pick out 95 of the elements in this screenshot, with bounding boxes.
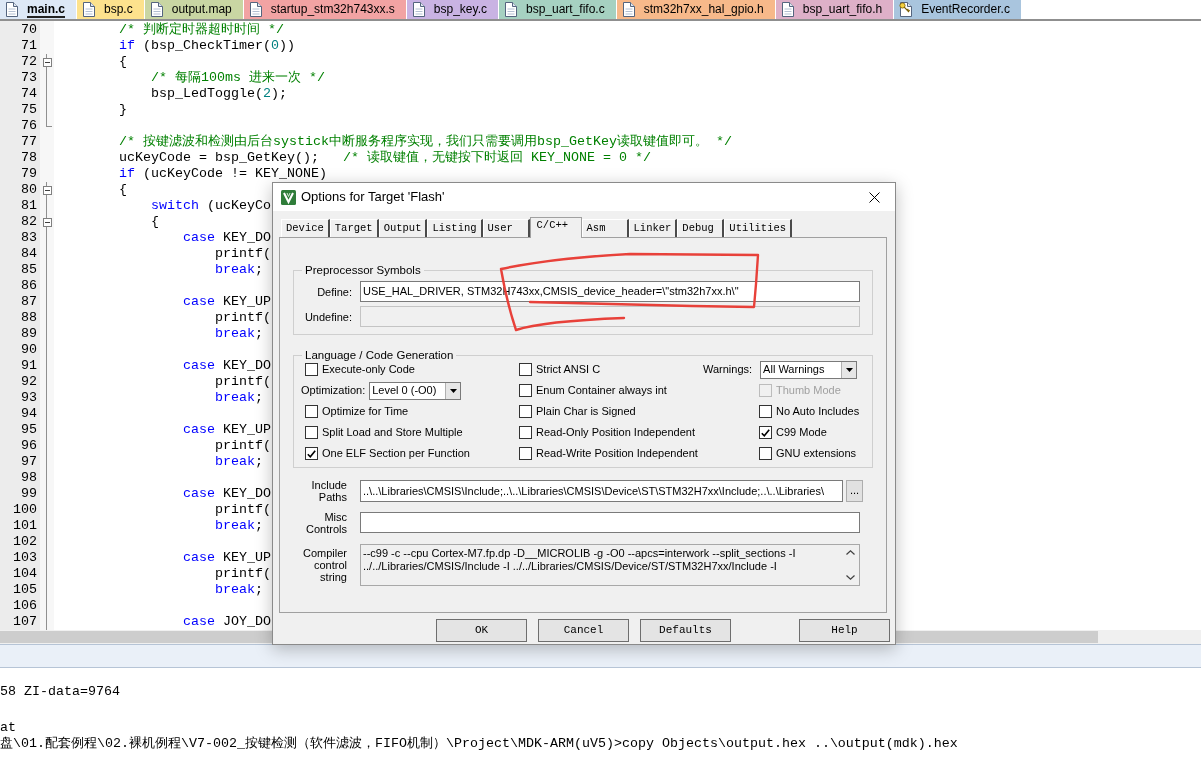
checkbox-label: One ELF Section per Function <box>322 446 470 462</box>
field-label: Compiler control string <box>302 547 347 583</box>
code-line: break; <box>214 518 263 534</box>
code-line: } <box>119 102 127 118</box>
line-number: 79 <box>21 166 37 182</box>
code-line: { <box>150 214 159 230</box>
checkbox-label: GNU extensions <box>776 446 857 462</box>
line-number: 105 <box>13 582 37 598</box>
code-line: case KEY_DO <box>182 230 271 246</box>
line-number: 70 <box>21 22 37 38</box>
line-number: 95 <box>21 422 37 438</box>
code-line: printf( <box>214 502 271 518</box>
code-line: /* 按键滤波和检测由后台systick中断服务程序实现，我们只需要调用bsp_GetKey读取键值即可。 */ <box>119 134 732 150</box>
code-line: case KEY_UP <box>182 550 271 566</box>
line-number: 96 <box>21 438 37 454</box>
code-line: printf( <box>214 438 271 454</box>
code-line: case KEY_DO <box>182 486 271 502</box>
checkbox-label: Plain Char is Signed <box>536 404 636 420</box>
checkbox-label: Optimize for Time <box>322 404 409 420</box>
checkbox-label: Enum Container always int <box>536 383 667 399</box>
line-number: 92 <box>21 374 37 390</box>
checkbox-label: Read-Only Position Independent <box>536 425 695 441</box>
line-number: 100 <box>13 502 37 518</box>
code-line: break; <box>214 262 263 278</box>
console-text: 盘\01.配套例程\02.裸机例程\V7-002_按键检测（软件滤波，FIFO机制）\Project\MDK-ARM(uV5)>copy Objects\output.hex ..\output(mdk).hex <box>0 736 958 752</box>
code-line: break; <box>214 454 263 470</box>
line-number: 98 <box>21 470 37 486</box>
line-number: 89 <box>21 326 37 342</box>
line-number: 107 <box>13 614 37 630</box>
dropdown-label: Warnings: <box>703 362 753 378</box>
line-number: 102 <box>13 534 37 550</box>
line-number: 86 <box>21 278 37 294</box>
line-number: 94 <box>21 406 37 422</box>
checkbox-label: C99 Mode <box>776 425 827 441</box>
line-number: 97 <box>21 454 37 470</box>
code-line: { <box>119 54 127 70</box>
code-line: { <box>119 182 127 198</box>
code-line: case KEY_UP <box>182 422 271 438</box>
line-number: 87 <box>21 294 37 310</box>
line-number: 71 <box>21 38 37 54</box>
code-line: case JOY_DO <box>182 614 271 630</box>
code-line: printf( <box>214 246 271 262</box>
code-line: bsp_LedToggle(2); <box>150 86 287 102</box>
code-line: break; <box>214 582 263 598</box>
line-number: 88 <box>21 310 37 326</box>
group-label: Language / Code Generation <box>304 348 455 362</box>
field-label: Undefine: <box>304 310 352 323</box>
checkbox-label: Thumb Mode <box>776 383 841 399</box>
field-label: Include Paths <box>310 479 347 503</box>
code-line: break; <box>214 390 263 406</box>
field-label: Define: <box>317 285 352 298</box>
line-number: 83 <box>21 230 37 246</box>
code-line: break; <box>214 326 263 342</box>
code-line: printf( <box>214 310 271 326</box>
code-line: ucKeyCode = bsp_GetKey(); /* 读取键值，无键按下时返回 KEY_NONE = 0 */ <box>119 150 651 166</box>
line-number: 101 <box>13 518 37 534</box>
line-number: 78 <box>21 150 37 166</box>
dialog-title: Options for Target 'Flash' <box>301 188 445 207</box>
line-number: 82 <box>21 214 37 230</box>
dropdown-label: Optimization: <box>301 383 366 399</box>
line-number: 76 <box>21 118 37 134</box>
line-number: 93 <box>21 390 37 406</box>
line-number: 80 <box>21 182 37 198</box>
line-number: 99 <box>21 486 37 502</box>
line-number: 106 <box>13 598 37 614</box>
code-line: if (ucKeyCode != KEY_NONE) <box>119 166 327 182</box>
line-number: 77 <box>21 134 37 150</box>
checkbox-label: Strict ANSI C <box>536 362 601 378</box>
line-number: 75 <box>21 102 37 118</box>
code-line: printf( <box>214 374 271 390</box>
code-line: case KEY_DO <box>182 358 271 374</box>
code-line: /* 每隔100ms 进来一次 */ <box>150 70 325 86</box>
line-number: 104 <box>13 566 37 582</box>
code-line: if (bsp_CheckTimer(0)) <box>119 38 295 54</box>
code-line: printf( <box>214 566 271 582</box>
checkbox-label: Read-Write Position Independent <box>536 446 698 462</box>
code-line: switch (ucKeyCo <box>150 198 271 214</box>
line-number: 90 <box>21 342 37 358</box>
code-line: case KEY_UP <box>182 294 271 310</box>
line-number: 72 <box>21 54 37 70</box>
field-label: Misc Controls <box>305 510 347 535</box>
checkbox-label: Split Load and Store Multiple <box>322 425 463 441</box>
line-number: 74 <box>21 86 37 102</box>
group-label: Preprocessor Symbols <box>304 263 422 277</box>
line-number: 91 <box>21 358 37 374</box>
code-line: /* 判断定时器超时时间 */ <box>119 22 284 38</box>
console-text: at <box>0 720 16 736</box>
line-number: 84 <box>21 246 37 262</box>
checkbox-label: No Auto Includes <box>776 404 860 420</box>
line-number: 103 <box>13 550 37 566</box>
line-number: 81 <box>21 198 37 214</box>
line-number: 85 <box>21 262 37 278</box>
console-text: 58 ZI-data=9764 <box>0 684 120 700</box>
line-number: 73 <box>21 70 37 86</box>
checkbox-label: Execute-only Code <box>322 362 415 378</box>
